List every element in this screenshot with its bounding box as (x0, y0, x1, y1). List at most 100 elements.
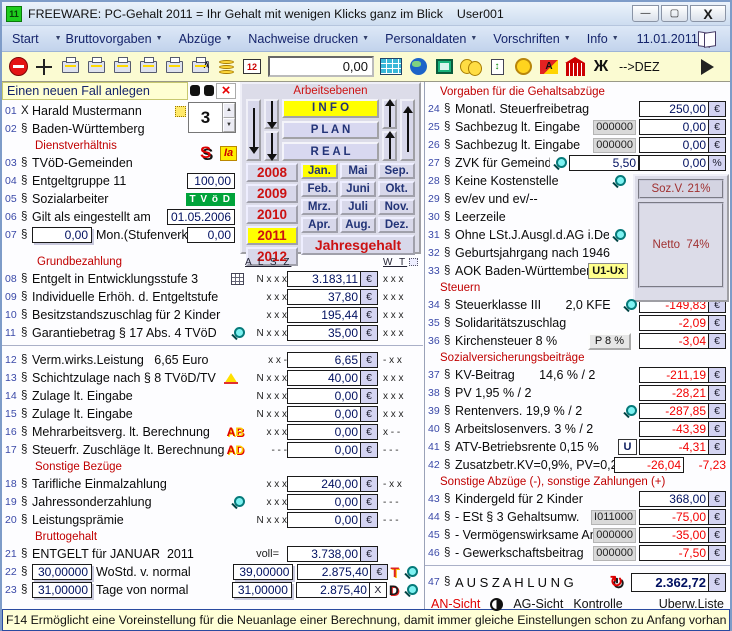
menu-start[interactable]: Start (12, 32, 39, 46)
month-apr-button[interactable]: Apr. (301, 217, 338, 233)
value-field[interactable]: -7,50 (639, 545, 709, 561)
bank-button[interactable] (565, 55, 585, 79)
month-juni-button[interactable]: Juni (340, 181, 377, 197)
value-field[interactable]: 100,00 (187, 173, 235, 189)
jahresgehalt-button[interactable]: Jahresgehalt (301, 235, 415, 255)
monitor-button[interactable] (434, 55, 454, 79)
calendar-button[interactable]: 12 (242, 55, 262, 79)
month-dez-button[interactable]: Dez. (378, 217, 415, 233)
code-field[interactable]: 000000 (593, 120, 636, 135)
value-field[interactable]: -3,04 (639, 333, 709, 349)
input-field[interactable]: 39,00000 (233, 564, 293, 580)
scroll-down-button-2[interactable] (264, 131, 279, 161)
value-field[interactable]: 0,00 (287, 442, 361, 458)
value-field[interactable]: 35,00 (287, 325, 361, 341)
value-field[interactable]: -287,85 (639, 403, 709, 419)
magnifier-icon[interactable] (612, 229, 625, 242)
magnifier-icon[interactable] (231, 496, 244, 509)
case-number-spinner[interactable]: 3 ▲ ▼ (188, 102, 236, 133)
view-toggle-icon[interactable] (490, 598, 503, 611)
church-tax-button[interactable]: P 8 % (588, 333, 631, 350)
value-field[interactable]: 195,44 (287, 307, 361, 323)
code-field[interactable]: I011000 (591, 510, 636, 525)
level-real-button[interactable]: R E A L (282, 142, 379, 161)
dez-jump-button[interactable]: -->DEZ (619, 60, 660, 74)
globe-button[interactable] (408, 55, 428, 79)
magnifier-icon[interactable] (404, 566, 417, 579)
value-field[interactable]: 37,80 (287, 289, 361, 305)
value-field[interactable]: 368,00 (639, 491, 709, 507)
table-button[interactable] (380, 55, 402, 79)
view-ag-sicht[interactable]: AG-Sicht (513, 597, 563, 611)
value-field-2[interactable]: 0,00 (639, 155, 709, 171)
month-nov-button[interactable]: Nov. (378, 199, 415, 215)
value-field[interactable]: -28,21 (639, 385, 709, 401)
year-2008-button[interactable]: 2008 (246, 163, 298, 182)
input-field[interactable]: 31,00000 (32, 582, 92, 598)
menu-info[interactable]: Info▼ (587, 32, 619, 46)
eagle-button[interactable]: Ж (591, 55, 611, 79)
magnifier-icon[interactable] (231, 327, 244, 340)
value-field[interactable]: -43,39 (639, 421, 709, 437)
u-flag-box[interactable]: U (618, 439, 637, 455)
code-field[interactable]: 000000 (593, 138, 636, 153)
month-aug-button[interactable]: Aug. (340, 217, 377, 233)
value-field[interactable]: 2.875,40 (297, 564, 371, 580)
coins-button[interactable] (216, 55, 236, 79)
month-mrz-button[interactable]: Mrz. (301, 199, 338, 215)
value-field[interactable]: 2.875,40 (296, 582, 370, 598)
value-field[interactable]: -75,00 (639, 509, 709, 525)
delete-case-icon[interactable]: × (216, 83, 236, 99)
value-field[interactable]: 0,00 (287, 494, 361, 510)
month-feb-button[interactable]: Feb. (301, 181, 338, 197)
minimize-button[interactable]: — (632, 5, 659, 22)
view-an-sicht[interactable]: AN-Sicht (431, 597, 480, 611)
month-mai-button[interactable]: Mai (340, 163, 377, 179)
value-field[interactable]: 0,00 (639, 137, 709, 153)
value-field[interactable]: 0,00 (287, 406, 361, 422)
input-field[interactable]: 30,00000 (32, 564, 92, 580)
value-field[interactable]: 3.183,11 (287, 271, 361, 287)
year-2011-button[interactable]: 2011 (246, 226, 298, 245)
scroll-down-button[interactable] (264, 99, 279, 129)
print-button-4[interactable] (138, 55, 158, 79)
input-field[interactable]: 31,00000 (232, 582, 292, 598)
menu-personaldaten[interactable]: Personaldaten▼ (385, 32, 477, 46)
year-2010-button[interactable]: 2010 (246, 205, 298, 224)
play-arrow-icon[interactable] (701, 59, 714, 75)
move-button[interactable] (34, 55, 54, 79)
binoculars-search-icon[interactable] (190, 85, 214, 97)
value-field[interactable]: 5,50 (569, 155, 639, 171)
view-ueberweisungsliste[interactable]: Uberw.Liste (659, 597, 724, 611)
view-kontrolle[interactable]: Kontrolle (573, 597, 622, 611)
scroll-up-button[interactable] (382, 99, 397, 129)
close-button[interactable]: X (690, 5, 726, 22)
magnifier-icon[interactable] (612, 175, 625, 188)
print-button-5[interactable] (164, 55, 184, 79)
magnifier-icon[interactable] (553, 157, 566, 170)
new-case-header[interactable]: Einen neuen Fall anlegen (2, 82, 188, 100)
value-field[interactable]: 0,00 (287, 512, 361, 528)
code-field[interactable]: 000000 (593, 546, 636, 561)
print-a-button[interactable]: A (190, 55, 210, 79)
scroll-up-fast-button[interactable] (400, 99, 415, 161)
recalc-icon[interactable]: ↻ (610, 575, 623, 590)
magnifier-icon[interactable] (623, 299, 636, 312)
print-button-1[interactable] (60, 55, 80, 79)
value-field[interactable]: 0,00 (639, 119, 709, 135)
value-field[interactable]: -2,09 (639, 315, 709, 331)
year-2009-button[interactable]: 2009 (246, 184, 298, 203)
spinner-up-button[interactable]: ▲ (223, 103, 235, 118)
print-button-2[interactable] (86, 55, 106, 79)
value-field[interactable]: 0,00 (187, 227, 235, 243)
doc-refresh-button[interactable]: ↕ (487, 55, 507, 79)
value-field[interactable]: 3.738,00 (287, 546, 361, 562)
value-field[interactable]: 40,00 (287, 370, 361, 386)
month-okt-button[interactable]: Okt. (378, 181, 415, 197)
magnifier-icon[interactable] (404, 584, 417, 597)
maximize-button[interactable]: ▢ (661, 5, 688, 22)
flag-button[interactable]: A (539, 55, 559, 79)
value-field[interactable]: 240,00 (287, 476, 361, 492)
value-field[interactable]: -211,19 (639, 367, 709, 383)
input-field[interactable]: 0,00 (32, 227, 92, 243)
